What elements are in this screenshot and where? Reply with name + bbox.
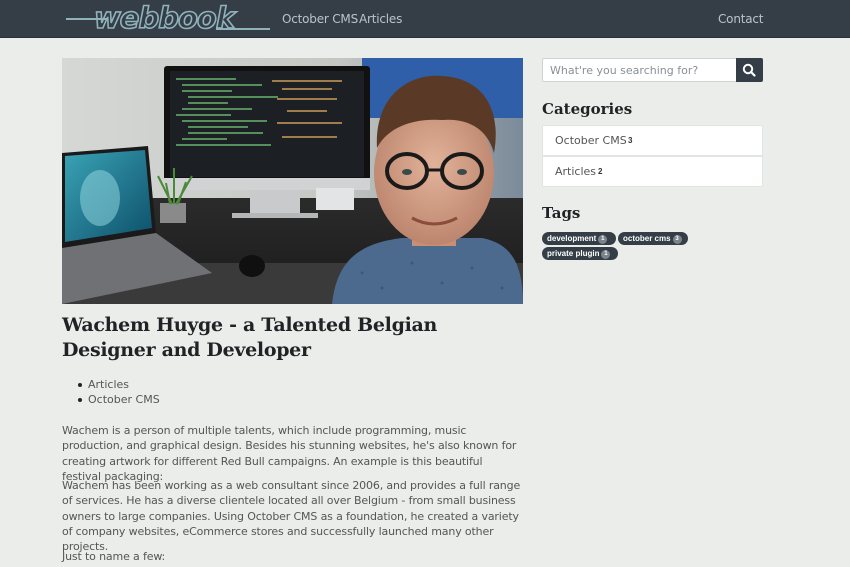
tag-private-plugin[interactable]: private plugin 1 bbox=[542, 247, 618, 260]
post-category-list: Articles October CMS bbox=[78, 377, 160, 407]
tag-label: private plugin bbox=[547, 249, 600, 258]
nav-link-articles[interactable]: Articles bbox=[359, 12, 402, 26]
category-count: 3 bbox=[628, 136, 633, 145]
sidebar-category-october-cms[interactable]: October CMS 3 bbox=[542, 125, 763, 156]
category-name: October CMS bbox=[555, 134, 627, 147]
tag-development[interactable]: development 1 bbox=[542, 232, 616, 245]
tags-heading: Tags bbox=[542, 204, 581, 222]
post-category-link[interactable]: Articles bbox=[78, 377, 160, 392]
post-category-link[interactable]: October CMS bbox=[78, 392, 160, 407]
tag-count: 1 bbox=[601, 250, 611, 259]
post-paragraph: Just to name a few: bbox=[62, 550, 166, 563]
tag-october-cms[interactable]: october cms 3 bbox=[618, 232, 688, 245]
nav-link-october-cms[interactable]: October CMS bbox=[282, 12, 358, 26]
tag-label: development bbox=[547, 234, 597, 243]
top-navbar: webbook October CMS Articles Contact bbox=[0, 0, 850, 38]
nav-link-contact[interactable]: Contact bbox=[718, 12, 763, 26]
category-name: Articles bbox=[555, 165, 597, 178]
tag-label: october cms bbox=[623, 234, 671, 243]
svg-text:webbook: webbook bbox=[94, 4, 237, 34]
categories-heading: Categories bbox=[542, 100, 633, 118]
webbook-logo[interactable]: webbook bbox=[66, 4, 270, 34]
tag-count: 3 bbox=[672, 235, 682, 244]
post-paragraph: Wachem has been working as a web consult… bbox=[62, 479, 521, 554]
search-input[interactable] bbox=[542, 58, 737, 82]
post-title: Wachem Huyge - a Talented Belgian Design… bbox=[62, 314, 438, 361]
post-paragraph: Wachem is a person of multiple talents, … bbox=[62, 424, 517, 483]
sidebar-category-articles[interactable]: Articles 2 bbox=[542, 156, 763, 187]
tag-count: 1 bbox=[598, 235, 608, 244]
category-count: 2 bbox=[598, 167, 603, 176]
search-button[interactable] bbox=[736, 58, 763, 82]
post-hero-image bbox=[62, 58, 523, 304]
search-icon bbox=[742, 63, 756, 77]
